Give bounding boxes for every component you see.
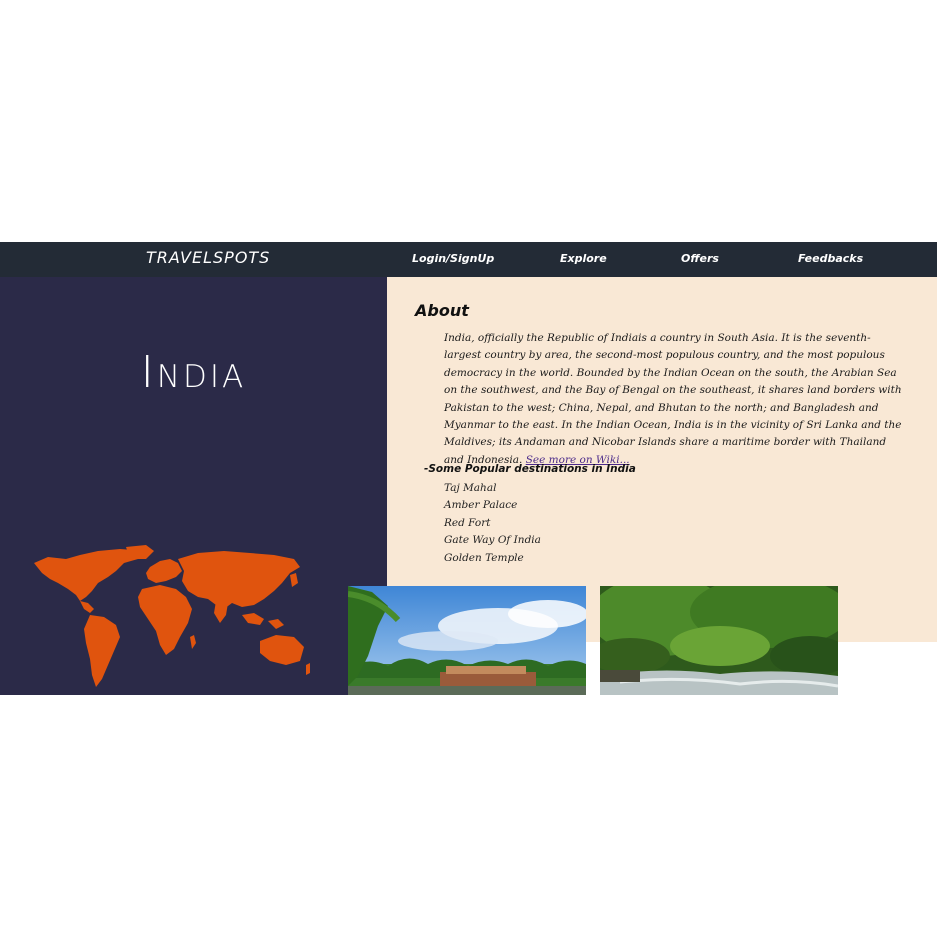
navbar: TRAVELSPOTS Login/SignUp Explore Offers …: [0, 242, 937, 277]
country-title: India: [140, 347, 247, 398]
destinations-heading: -Some Popular destinations in India: [424, 463, 636, 475]
nav-explore[interactable]: Explore: [560, 252, 607, 265]
about-text: India, officially the Republic of Indiai…: [444, 332, 902, 466]
about-description: India, officially the Republic of Indiai…: [444, 330, 904, 469]
forest-river-photo: [600, 586, 838, 695]
brand-logo[interactable]: TRAVELSPOTS: [146, 248, 270, 267]
world-map-illustration: [34, 545, 310, 687]
destination-item: Taj Mahal: [444, 482, 497, 494]
destination-item: Golden Temple: [444, 551, 524, 564]
destination-item: Red Fort: [444, 516, 491, 529]
nav-offers[interactable]: Offers: [681, 252, 719, 265]
backwaters-photo: [348, 586, 586, 695]
destination-item: Amber Palace: [444, 499, 518, 512]
nav-login-signup[interactable]: Login/SignUp: [412, 252, 494, 265]
nav-feedbacks[interactable]: Feedbacks: [798, 252, 863, 265]
destination-item: Gate Way Of India: [444, 534, 541, 547]
destinations-list: Taj Mahal Amber Palace Red Fort Gate Way…: [444, 480, 541, 567]
hero-panel: India: [0, 277, 387, 695]
about-heading: About: [415, 301, 469, 320]
